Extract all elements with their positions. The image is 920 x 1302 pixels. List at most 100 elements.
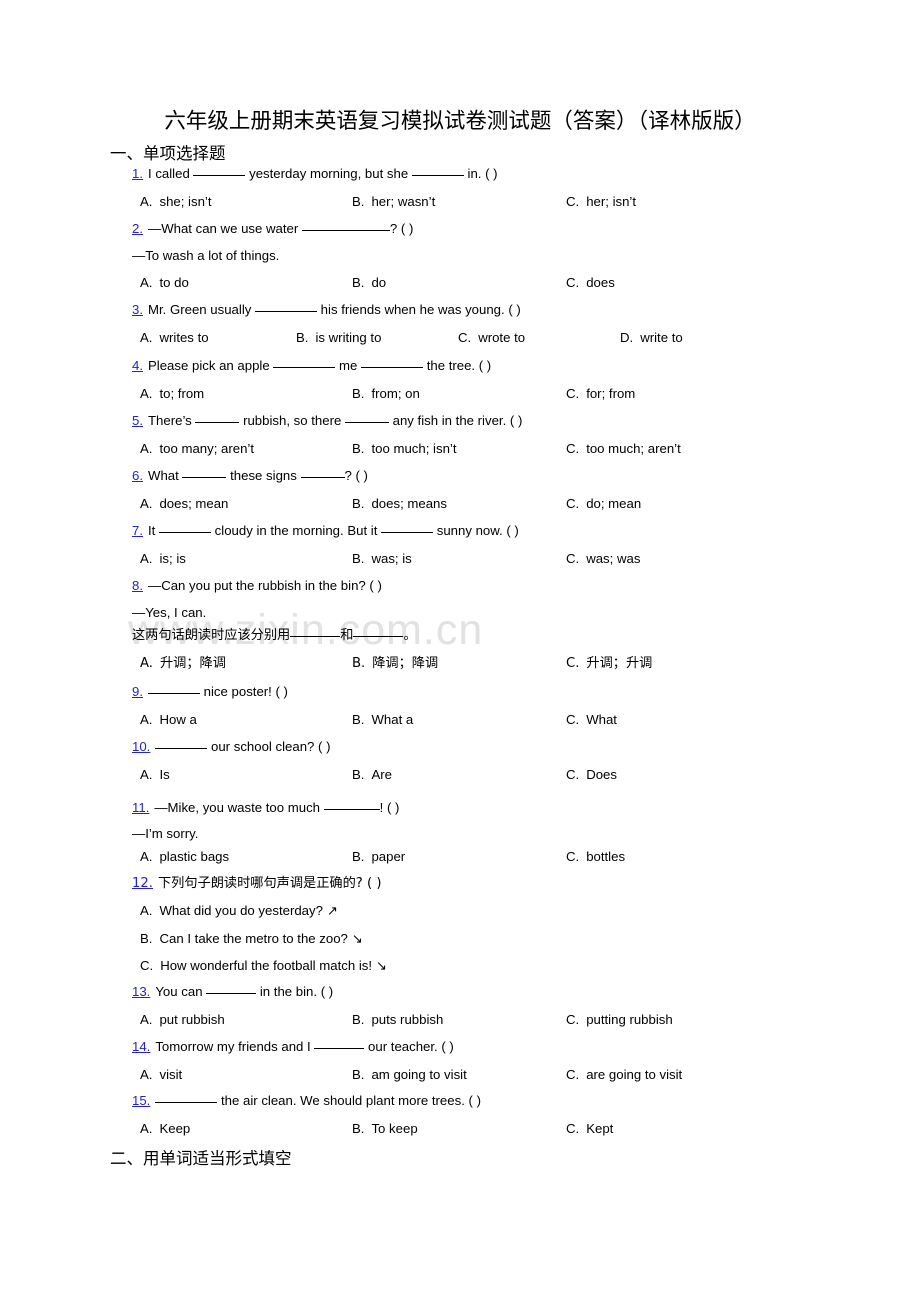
option-c[interactable]: C. too much; aren’t [566, 440, 681, 457]
option-b[interactable]: B. Can I take the metro to the zoo? ↘ [140, 930, 363, 948]
blank-line [314, 1048, 365, 1049]
question-4-number: 4. [132, 358, 143, 373]
option-a[interactable]: A. 升调；降调 [140, 655, 226, 672]
question-7-stem-part-b: cloudy in the morning. But it [211, 523, 382, 538]
option-b[interactable]: B. do [352, 274, 386, 291]
question-9-number: 9. [132, 684, 143, 699]
blank-line [344, 422, 389, 423]
option-a[interactable]: A. put rubbish [140, 1011, 225, 1028]
question-7-options: A. is; is B. was; is C. was; was [0, 550, 920, 567]
blank-line [255, 311, 318, 312]
question-11-options: A. plastic bags B. paper C. bottles [0, 848, 920, 865]
option-b[interactable]: B. 降调；降调 [352, 655, 438, 672]
question-3-stem-part-c: his friends when he was young. ( ) [317, 302, 521, 317]
question-10-options: A. Is B. Are C. Does [0, 766, 920, 783]
option-b[interactable]: B. her; wasn’t [352, 193, 435, 210]
document-page: www.zixin.com.cn 六年级上册期末英语复习模拟试卷测试题（答案）（… [0, 0, 920, 1302]
question-10-stem: 10. our school clean? ( ) [132, 739, 331, 755]
question-15-options: A. Keep B. To keep C. Kept [0, 1120, 920, 1137]
section-heading-1: 一、单项选择题 [110, 144, 226, 163]
option-a[interactable]: A. visit [140, 1066, 182, 1083]
option-c[interactable]: C. do; mean [566, 495, 641, 512]
option-b[interactable]: B. puts rubbish [352, 1011, 443, 1028]
question-13-stem: 13. You can in the bin. ( ) [132, 984, 333, 1000]
question-5-options: A. too many; aren’t B. too much; isn’t C. t… [0, 440, 920, 457]
option-a[interactable]: A. to do [140, 274, 189, 291]
question-14-stem-part-c: our teacher. ( ) [364, 1039, 454, 1054]
option-c[interactable]: C. her; isn’t [566, 193, 636, 210]
option-b[interactable]: B. To keep [352, 1120, 418, 1137]
option-c[interactable]: C. putting rubbish [566, 1011, 673, 1028]
question-2-options: A. to do B. do C. does [0, 274, 920, 291]
option-a[interactable]: A. to; from [140, 385, 204, 402]
option-c[interactable]: C. for; from [566, 385, 635, 402]
question-2-stem-part-a: —What can we use water [148, 221, 302, 236]
question-6-options: A. does; mean B. does; means C. do; mean [0, 495, 920, 512]
option-a[interactable]: A. she; isn’t [140, 193, 212, 210]
blank-line [182, 477, 227, 478]
option-a[interactable]: A. is; is [140, 550, 186, 567]
option-a[interactable]: A. Keep [140, 1120, 190, 1137]
question-5-stem-part-b: rubbish, so there [239, 413, 345, 428]
question-8-chinese-part-a: 这两句话朗读时应该分别用 [132, 628, 291, 643]
option-c[interactable]: C. Kept [566, 1120, 613, 1137]
blank-line [206, 993, 257, 994]
question-8-chinese-part-c: 。 [403, 628, 417, 643]
question-3-number: 3. [132, 302, 143, 317]
option-b[interactable]: B. was; is [352, 550, 412, 567]
question-12-option-b-row: B. Can I take the metro to the zoo? ↘ [0, 930, 920, 947]
question-11-number: 11. [132, 800, 150, 815]
option-a[interactable]: A. writes to [140, 329, 209, 346]
option-a[interactable]: A. too many; aren’t [140, 440, 254, 457]
option-c[interactable]: C. How wonderful the football match is! ↘ [140, 957, 387, 975]
option-c[interactable]: C. Does [566, 766, 617, 783]
blank-line [353, 636, 404, 637]
blank-line [290, 636, 341, 637]
question-12-option-a-row: A. What did you do yesterday? ↗ [0, 902, 920, 919]
option-d[interactable]: D. write to [620, 329, 683, 346]
option-b[interactable]: B. is writing to [296, 329, 381, 346]
question-8-options: A. 升调；降调 B. 降调；降调 C. 升调；升调 [0, 655, 920, 672]
option-c[interactable]: C. are going to visit [566, 1066, 682, 1083]
question-1-stem-part-a: I called [148, 166, 194, 181]
question-12-stem: 12. 下列句子朗读时哪句声调是正确的? ( ) [132, 876, 381, 892]
blank-line [323, 809, 380, 810]
option-b[interactable]: B. What a [352, 711, 413, 728]
blank-line [155, 748, 208, 749]
option-c[interactable]: C. bottles [566, 848, 625, 865]
question-6-stem-part-c: ? ( ) [344, 468, 368, 483]
blank-line [273, 367, 336, 368]
option-a[interactable]: A. does; mean [140, 495, 228, 512]
option-c[interactable]: C. does [566, 274, 615, 291]
option-b[interactable]: B. does; means [352, 495, 447, 512]
question-2-stem: 2. —What can we use water ? ( ) [132, 221, 413, 237]
option-a[interactable]: A. plastic bags [140, 848, 229, 865]
option-b[interactable]: B. Are [352, 766, 392, 783]
question-13-number: 13. [132, 984, 151, 999]
option-a[interactable]: A. Is [140, 766, 170, 783]
option-c[interactable]: C. was; was [566, 550, 640, 567]
question-1-stem-part-c: in. ( ) [463, 166, 498, 181]
option-a[interactable]: A. How a [140, 711, 197, 728]
option-c[interactable]: C. wrote to [458, 329, 525, 346]
question-6-number: 6. [132, 468, 143, 483]
blank-line [361, 367, 424, 368]
option-b[interactable]: B. paper [352, 848, 405, 865]
option-b[interactable]: B. from; on [352, 385, 420, 402]
question-7-stem: 7. It cloudy in the morning. But it sunny… [132, 523, 519, 539]
option-b[interactable]: B. am going to visit [352, 1066, 467, 1083]
question-4-stem-part-b: me [335, 358, 362, 373]
question-8-chinese-part-b: 和 [340, 628, 354, 643]
blank-line [159, 532, 211, 533]
option-a[interactable]: A. What did you do yesterday? ↗ [140, 902, 338, 920]
option-c[interactable]: C. What [566, 711, 617, 728]
question-1-options: A. she; isn’t B. her; wasn’t C. her; isn’t [0, 193, 920, 210]
option-b[interactable]: B. too much; isn’t [352, 440, 457, 457]
question-1-stem-part-b: yesterday morning, but she [245, 166, 412, 181]
option-c[interactable]: C. 升调；升调 [566, 655, 652, 672]
question-11-stem-part-c: ! ( ) [379, 800, 400, 815]
question-4-options: A. to; from B. from; on C. for; from [0, 385, 920, 402]
question-2-number: 2. [132, 221, 143, 236]
question-11-stem-part-a: —Mike, you waste too much [154, 800, 324, 815]
question-14-number: 14. [132, 1039, 151, 1054]
